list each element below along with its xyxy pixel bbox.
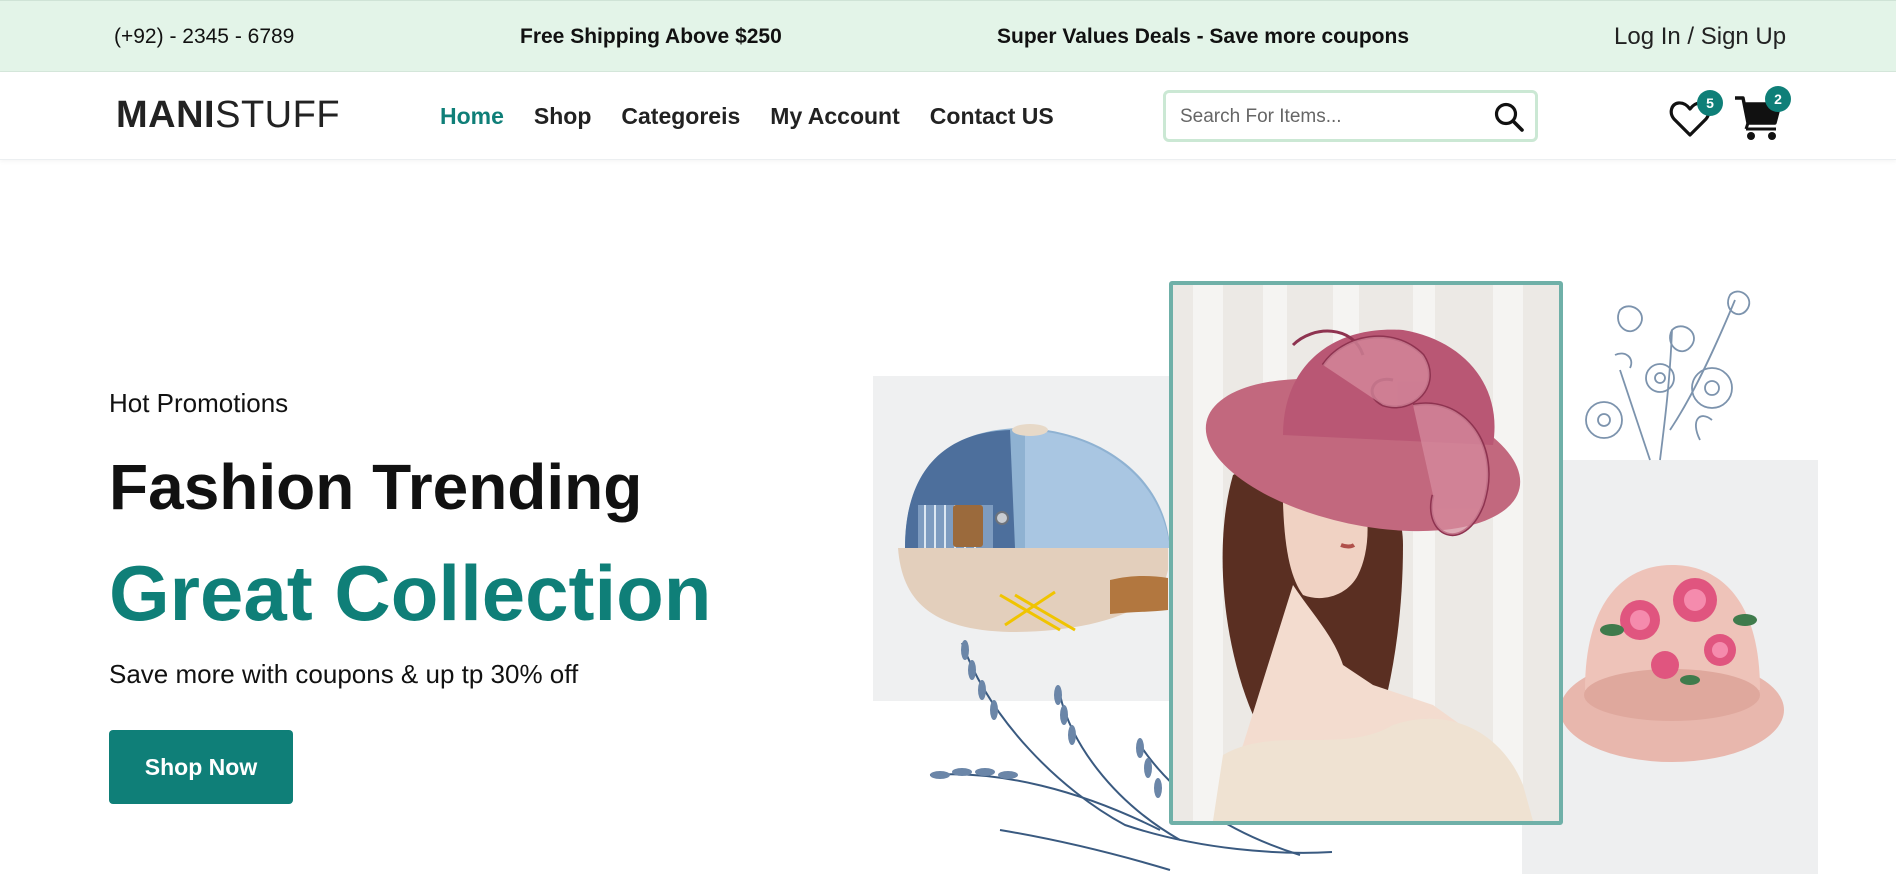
flower-sketch: [1585, 290, 1751, 461]
model-with-pink-hat-image: [1173, 285, 1559, 821]
denim-cap-image: [898, 424, 1170, 632]
pink-bucket-hat-image: [1560, 565, 1784, 762]
model-photo-frame: [1169, 281, 1563, 825]
hero-collage: [898, 290, 1784, 871]
